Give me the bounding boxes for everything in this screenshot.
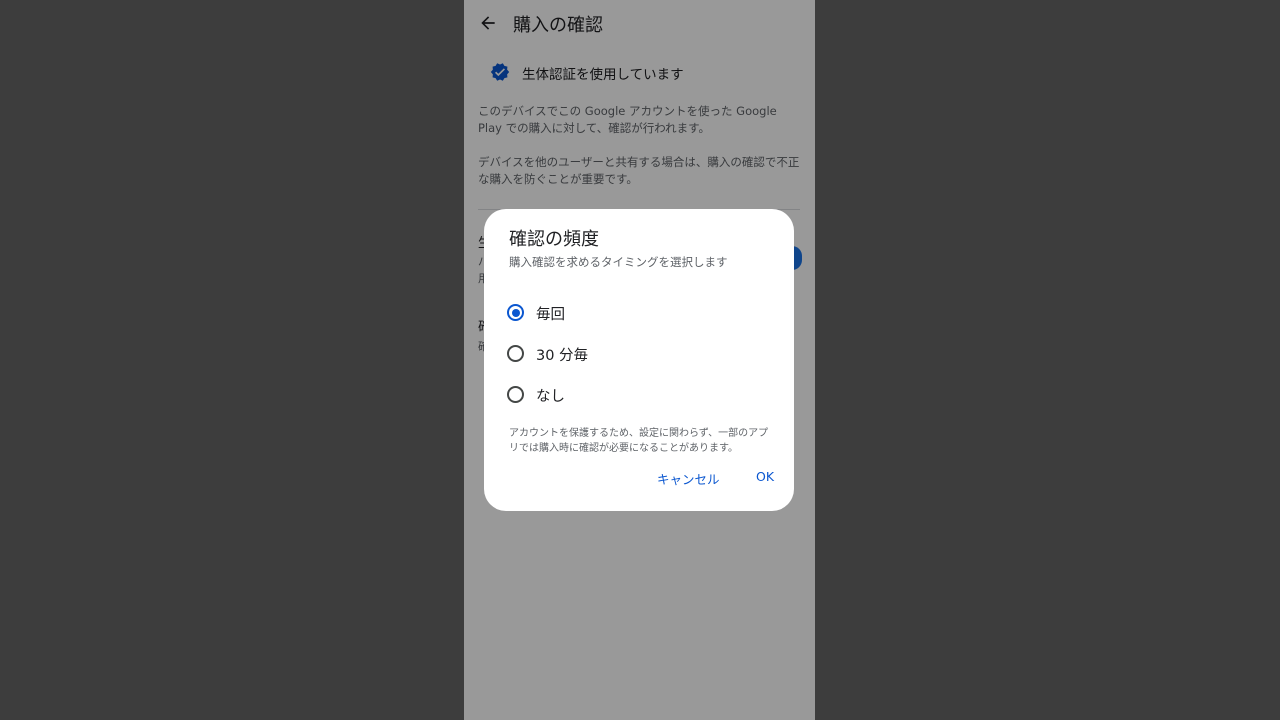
frequency-dialog: 確認の頻度 購入確認を求めるタイミングを選択します 毎回 30 分毎 なし アカ… <box>484 209 794 511</box>
option-every-time[interactable]: 毎回 <box>506 298 776 328</box>
option-never[interactable]: なし <box>506 380 776 410</box>
option-every-30-minutes[interactable]: 30 分毎 <box>506 339 776 369</box>
cancel-button[interactable]: キャンセル <box>655 467 722 490</box>
dialog-title: 確認の頻度 <box>509 229 599 250</box>
radio-button[interactable] <box>507 386 524 403</box>
ok-button[interactable]: OK <box>754 467 776 486</box>
stage: 購入の確認 生体認証を使用しています このデバイスでこの Google アカウン… <box>0 0 1280 720</box>
dialog-subtitle: 購入確認を求めるタイミングを選択します <box>509 255 728 269</box>
radio-button-selected[interactable] <box>507 304 524 321</box>
option-label: 毎回 <box>536 307 565 323</box>
option-label: 30 分毎 <box>536 348 589 364</box>
radio-button[interactable] <box>507 345 524 362</box>
option-label: なし <box>536 389 565 405</box>
dialog-note: アカウントを保護するため、設定に関わらず、一部のアプリでは購入時に確認が必要にな… <box>509 428 769 454</box>
